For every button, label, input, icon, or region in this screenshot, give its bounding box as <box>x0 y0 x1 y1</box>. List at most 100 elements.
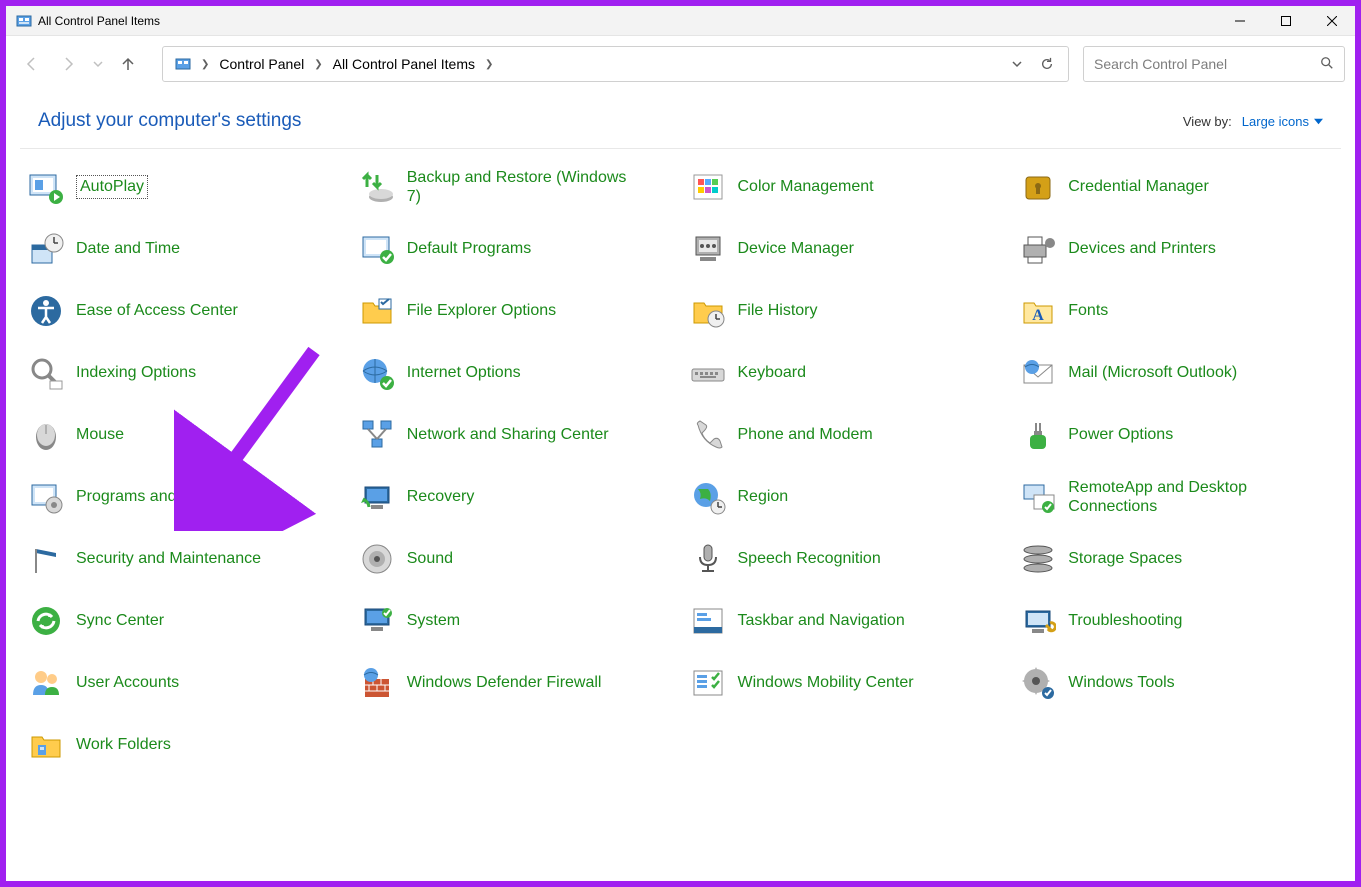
chevron-right-icon[interactable]: ❯ <box>197 59 213 70</box>
windows-tools-icon <box>1018 663 1058 703</box>
file-explorer-options-icon <box>357 291 397 331</box>
chevron-right-icon[interactable]: ❯ <box>310 59 326 70</box>
item-default-programs[interactable]: Default Programs <box>355 227 676 271</box>
device-manager-icon <box>688 229 728 269</box>
window-controls <box>1217 6 1355 36</box>
fonts-icon: A <box>1018 291 1058 331</box>
item-remoteapp[interactable]: RemoteApp and Desktop Connections <box>1016 475 1337 519</box>
recovery-icon <box>357 477 397 517</box>
internet-options-icon <box>357 353 397 393</box>
svg-text:A: A <box>1032 307 1044 324</box>
app-icon <box>16 13 32 29</box>
search-box[interactable] <box>1083 46 1345 82</box>
address-root-icon[interactable] <box>169 52 197 76</box>
item-autoplay[interactable]: AutoPlay <box>24 165 345 209</box>
speech-recognition-icon <box>688 539 728 579</box>
color-management-icon <box>688 167 728 207</box>
items-area: AutoPlay Backup and Restore (Windows 7) … <box>6 149 1355 881</box>
item-fonts[interactable]: A Fonts <box>1016 289 1337 333</box>
system-icon <box>357 601 397 641</box>
item-user-accounts[interactable]: User Accounts <box>24 661 345 705</box>
item-phone-modem[interactable]: Phone and Modem <box>686 413 1007 457</box>
maximize-button[interactable] <box>1263 6 1309 36</box>
sound-icon <box>357 539 397 579</box>
item-credential-manager[interactable]: Credential Manager <box>1016 165 1337 209</box>
item-windows-tools[interactable]: Windows Tools <box>1016 661 1337 705</box>
search-icon[interactable] <box>1320 56 1334 73</box>
close-button[interactable] <box>1309 6 1355 36</box>
item-work-folders[interactable]: Work Folders <box>24 723 345 767</box>
item-programs-features[interactable]: Programs and Features <box>24 475 345 519</box>
item-windows-mobility-center[interactable]: Windows Mobility Center <box>686 661 1007 705</box>
address-dropdown-button[interactable] <box>1002 49 1032 79</box>
search-input[interactable] <box>1094 56 1320 72</box>
item-internet-options[interactable]: Internet Options <box>355 351 676 395</box>
item-keyboard[interactable]: Keyboard <box>686 351 1007 395</box>
refresh-button[interactable] <box>1032 49 1062 79</box>
keyboard-icon <box>688 353 728 393</box>
item-recovery[interactable]: Recovery <box>355 475 676 519</box>
autoplay-icon <box>26 167 66 207</box>
mobility-center-icon <box>688 663 728 703</box>
taskbar-icon <box>688 601 728 641</box>
navbar: ❯ Control Panel ❯ All Control Panel Item… <box>6 36 1355 92</box>
indexing-options-icon <box>26 353 66 393</box>
item-date-time[interactable]: Date and Time <box>24 227 345 271</box>
credential-manager-icon <box>1018 167 1058 207</box>
user-accounts-icon <box>26 663 66 703</box>
breadcrumb-all-items[interactable]: All Control Panel Items <box>327 52 481 76</box>
power-options-icon <box>1018 415 1058 455</box>
view-by-label: View by: <box>1183 114 1232 129</box>
forward-button[interactable] <box>52 48 84 80</box>
chevron-right-icon[interactable]: ❯ <box>481 59 497 70</box>
titlebar: All Control Panel Items <box>6 6 1355 36</box>
mouse-icon <box>26 415 66 455</box>
item-region[interactable]: Region <box>686 475 1007 519</box>
remoteapp-icon <box>1018 477 1058 517</box>
mail-icon <box>1018 353 1058 393</box>
content-header: Adjust your computer's settings View by:… <box>20 92 1341 149</box>
sync-center-icon <box>26 601 66 641</box>
region-icon <box>688 477 728 517</box>
item-backup-restore[interactable]: Backup and Restore (Windows 7) <box>355 165 676 209</box>
page-title: Adjust your computer's settings <box>38 110 301 132</box>
item-sound[interactable]: Sound <box>355 537 676 581</box>
item-network-sharing[interactable]: Network and Sharing Center <box>355 413 676 457</box>
breadcrumb-control-panel[interactable]: Control Panel <box>213 52 310 76</box>
item-devices-printers[interactable]: Devices and Printers <box>1016 227 1337 271</box>
item-security-maintenance[interactable]: Security and Maintenance <box>24 537 345 581</box>
firewall-icon <box>357 663 397 703</box>
item-file-explorer-options[interactable]: File Explorer Options <box>355 289 676 333</box>
item-file-history[interactable]: File History <box>686 289 1007 333</box>
network-icon <box>357 415 397 455</box>
item-ease-of-access[interactable]: Ease of Access Center <box>24 289 345 333</box>
devices-printers-icon <box>1018 229 1058 269</box>
minimize-button[interactable] <box>1217 6 1263 36</box>
item-indexing-options[interactable]: Indexing Options <box>24 351 345 395</box>
item-sync-center[interactable]: Sync Center <box>24 599 345 643</box>
backup-icon <box>357 167 397 207</box>
item-speech-recognition[interactable]: Speech Recognition <box>686 537 1007 581</box>
item-system[interactable]: System <box>355 599 676 643</box>
file-history-icon <box>688 291 728 331</box>
view-by-dropdown[interactable]: Large icons <box>1242 114 1323 129</box>
item-device-manager[interactable]: Device Manager <box>686 227 1007 271</box>
item-troubleshooting[interactable]: Troubleshooting <box>1016 599 1337 643</box>
item-storage-spaces[interactable]: Storage Spaces <box>1016 537 1337 581</box>
item-windows-defender-firewall[interactable]: Windows Defender Firewall <box>355 661 676 705</box>
item-power-options[interactable]: Power Options <box>1016 413 1337 457</box>
storage-spaces-icon <box>1018 539 1058 579</box>
troubleshooting-icon <box>1018 601 1058 641</box>
back-button[interactable] <box>16 48 48 80</box>
up-button[interactable] <box>112 48 144 80</box>
item-mouse[interactable]: Mouse <box>24 413 345 457</box>
item-color-management[interactable]: Color Management <box>686 165 1007 209</box>
address-bar[interactable]: ❯ Control Panel ❯ All Control Panel Item… <box>162 46 1069 82</box>
programs-features-icon <box>26 477 66 517</box>
ease-of-access-icon <box>26 291 66 331</box>
items-grid: AutoPlay Backup and Restore (Windows 7) … <box>24 165 1337 767</box>
recent-locations-button[interactable] <box>88 48 108 80</box>
item-taskbar-navigation[interactable]: Taskbar and Navigation <box>686 599 1007 643</box>
work-folders-icon <box>26 725 66 765</box>
item-mail[interactable]: Mail (Microsoft Outlook) <box>1016 351 1337 395</box>
